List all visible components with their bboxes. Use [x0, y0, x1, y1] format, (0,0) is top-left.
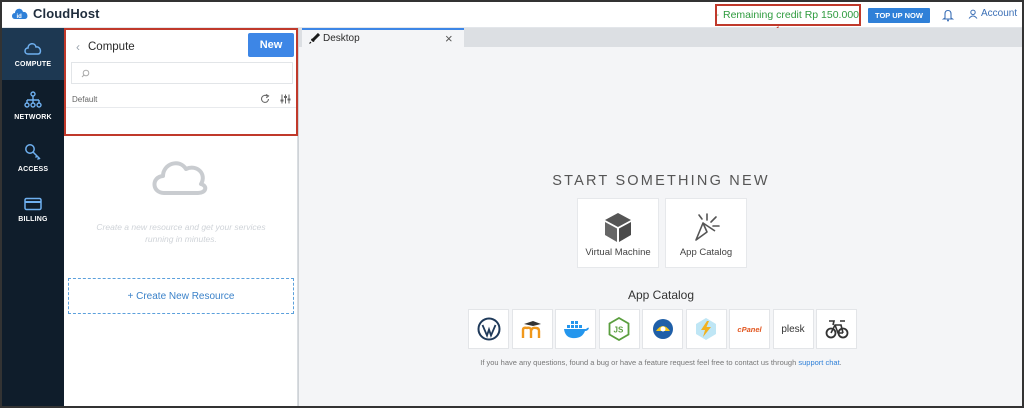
key-icon [25, 144, 41, 161]
empty-state-cloud-icon [152, 161, 208, 195]
group-row: Default [66, 90, 296, 108]
tab-strip: Desktop × [299, 28, 1022, 47]
sliders-icon[interactable] [280, 94, 291, 104]
remaining-credit[interactable]: Remaining credit Rp 150.000 [715, 4, 861, 26]
nav-label-compute: COMPUTE [14, 60, 52, 68]
cloud-icon [24, 42, 42, 55]
search-icon [81, 69, 90, 78]
docker-icon [563, 321, 589, 339]
card-icon [24, 197, 42, 211]
plesk-icon: plesk [781, 323, 805, 335]
nav-item-billing[interactable]: BILLING [2, 184, 64, 236]
app-tile-plesk[interactable]: plesk [772, 309, 814, 349]
card-label-virtual-machine: Virtual Machine [585, 247, 651, 258]
account-menu[interactable]: Account [968, 8, 1017, 19]
nav-label-access: ACCESS [17, 166, 49, 173]
app-catalog-title: App Catalog [627, 288, 695, 302]
nav-item-compute[interactable]: COMPUTE [2, 28, 64, 80]
megaphone-icon [717, 14, 719, 16]
nav-label-billing: BILLING [18, 216, 48, 223]
search-field[interactable] [71, 62, 293, 84]
account-label: Account [981, 8, 1018, 19]
app-tile-bike-app[interactable] [816, 309, 857, 349]
create-new-resource-button[interactable]: + Create New Resource [68, 278, 294, 314]
logo-badge: id [17, 14, 23, 20]
logo[interactable]: id CloudHost [10, 6, 100, 21]
desktop-area: Desktop × START SOMETHING NEW Virtual Ma… [298, 28, 1022, 406]
top-up-button[interactable]: TOP UP NOW [868, 8, 930, 23]
new-resource-button[interactable]: New [248, 33, 294, 57]
nodejs-icon: JS [608, 317, 630, 341]
app-tile-moodle[interactable] [511, 309, 553, 349]
user-icon [968, 9, 978, 19]
side-navigation: COMPUTE NETWORK ACCESS BILLING [2, 28, 64, 406]
virtual-machine-card[interactable]: Virtual Machine [577, 198, 659, 268]
tab-desktop[interactable]: Desktop × [302, 28, 464, 47]
headline: START SOMETHING NEW [552, 173, 770, 189]
wordpress-icon [477, 317, 500, 341]
cpanel-icon: cPanel [737, 324, 762, 334]
rocket-icon [309, 33, 320, 44]
chevron-left-icon: ‹ [76, 40, 80, 54]
compute-panel: ‹ Compute New Default Create a new resou… [64, 28, 298, 406]
cursor-click-icon [695, 213, 720, 241]
logo-cloud-icon: id [12, 8, 28, 20]
tab-label: Desktop [323, 33, 360, 44]
nav-item-access[interactable]: ACCESS [2, 132, 64, 184]
network-icon [24, 91, 42, 108]
panel-title: Compute [88, 41, 135, 53]
back-to-compute[interactable]: ‹ Compute [76, 40, 135, 54]
svg-text:JS: JS [614, 326, 624, 335]
bell-icon[interactable] [942, 8, 954, 22]
support-chat-link[interactable]: support chat [798, 358, 839, 367]
lightning-app-icon [696, 318, 716, 340]
support-note: If you have any questions, found a bug o… [299, 358, 1022, 367]
nav-item-network[interactable]: NETWORK [2, 80, 64, 132]
credit-text: Remaining credit Rp 150.000 [723, 9, 859, 21]
app-tile-docker[interactable] [555, 309, 596, 349]
cube-icon [605, 213, 631, 242]
close-icon[interactable]: × [445, 31, 453, 46]
empty-state-message: Create a new resource and get your servi… [96, 222, 266, 244]
moodle-icon [521, 321, 541, 338]
card-label-app-catalog: App Catalog [679, 247, 733, 258]
bike-app-icon [825, 320, 848, 339]
compute-panel-header: ‹ Compute New Default [64, 28, 298, 136]
app-tile-lightning-app[interactable] [685, 309, 727, 349]
top-bar: id CloudHost Remaining credit Rp 150.000… [2, 2, 1022, 28]
app-tile-nodejs[interactable]: JS [598, 309, 640, 349]
support-note-end: . [839, 358, 842, 367]
support-note-text: If you have any questions, found a bug o… [480, 358, 797, 367]
group-label: Default [72, 95, 98, 104]
app-tile-wordpress[interactable] [468, 309, 509, 349]
search-input[interactable] [94, 65, 290, 81]
refresh-icon[interactable] [260, 94, 270, 104]
app-window: id CloudHost Remaining credit Rp 150.000… [0, 0, 1024, 408]
app-catalog-card[interactable]: App Catalog [665, 198, 747, 268]
app-tile-tutwuri[interactable] [642, 309, 683, 349]
tutwuri-icon [652, 319, 673, 339]
logo-text: CloudHost [33, 6, 100, 21]
nav-label-network: NETWORK [14, 114, 52, 121]
app-tile-cpanel[interactable]: cPanel [729, 309, 770, 349]
